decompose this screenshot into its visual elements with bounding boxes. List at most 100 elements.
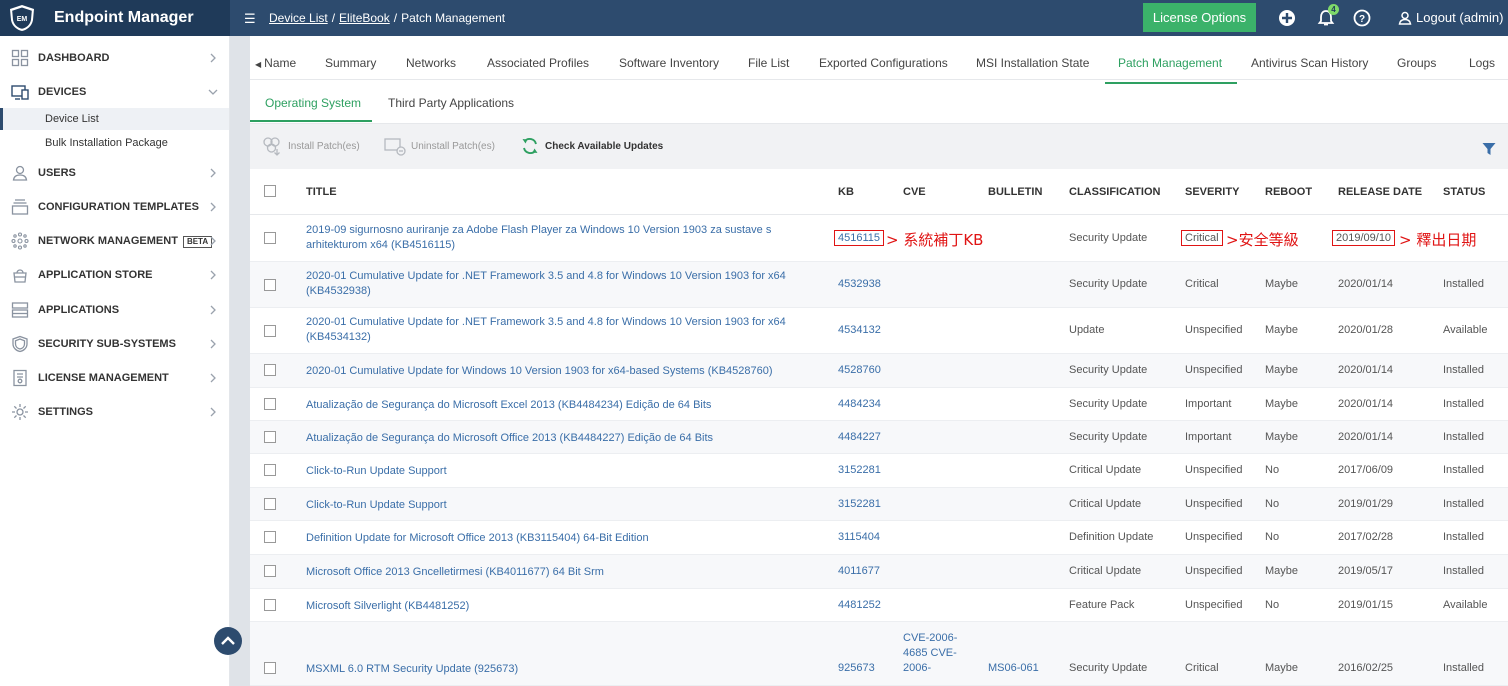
column-header-title[interactable]: TITLE xyxy=(306,186,337,198)
hamburger-menu-icon[interactable]: ☰ xyxy=(244,11,256,27)
patch-title-link[interactable]: Microsoft Office 2013 Gncelletirmesi (KB… xyxy=(306,565,786,580)
table-row[interactable]: MSXML 6.0 RTM Security Update (925673) 9… xyxy=(250,622,1508,686)
kb-link[interactable]: 4534132 xyxy=(838,324,881,336)
bulletin-link[interactable]: MS06-061 xyxy=(988,662,1039,674)
tab-software-inventory[interactable]: Software Inventory xyxy=(619,56,719,70)
kb-link[interactable]: 3152281 xyxy=(838,498,881,510)
select-all-checkbox[interactable] xyxy=(264,185,276,197)
row-checkbox[interactable] xyxy=(264,398,276,410)
kb-link[interactable]: 4011677 xyxy=(838,565,880,577)
subtab-operating-system[interactable]: Operating System xyxy=(265,96,361,110)
sidebar-item-configuration-templates[interactable]: CONFIGURATION TEMPLATES xyxy=(0,193,230,221)
column-header-classification[interactable]: CLASSIFICATION xyxy=(1069,186,1160,198)
patch-title-link[interactable]: 2019-09 sigurnosno auriranje za Adobe Fl… xyxy=(306,223,786,253)
tab-antivirus-scan-history[interactable]: Antivirus Scan History xyxy=(1251,56,1368,70)
scroll-to-top-button[interactable] xyxy=(214,627,242,655)
row-checkbox[interactable] xyxy=(264,431,276,443)
breadcrumb-device[interactable]: EliteBook xyxy=(339,11,390,25)
sidebar-item-dashboard[interactable]: DASHBOARD xyxy=(0,44,230,72)
table-row[interactable]: Click-to-Run Update Support 3152281 Crit… xyxy=(250,454,1508,488)
sidebar-item-settings[interactable]: SETTINGS xyxy=(0,398,230,426)
uninstall-patches-button[interactable]: Uninstall Patch(es) xyxy=(384,136,495,157)
scroll-left-icon[interactable]: ◀ xyxy=(255,60,261,69)
row-checkbox[interactable] xyxy=(264,498,276,510)
kb-link[interactable]: 4528760 xyxy=(838,364,881,376)
column-header-reboot[interactable]: REBOOT xyxy=(1265,186,1312,198)
table-row[interactable]: Atualização de Segurança do Microsoft Of… xyxy=(250,421,1508,454)
patch-title-link[interactable]: Atualização de Segurança do Microsoft Ex… xyxy=(306,398,786,413)
tab-file-list[interactable]: File List xyxy=(748,56,789,70)
license-options-button[interactable]: License Options xyxy=(1143,3,1256,32)
patch-title-link[interactable]: Atualização de Segurança do Microsoft Of… xyxy=(306,431,786,446)
row-checkbox[interactable] xyxy=(264,599,276,611)
help-icon[interactable]: ? xyxy=(1352,8,1372,28)
row-checkbox[interactable] xyxy=(264,232,276,244)
row-checkbox[interactable] xyxy=(264,364,276,376)
tab-associated-profiles[interactable]: Associated Profiles xyxy=(487,56,589,70)
sidebar-subitem-device-list[interactable]: Device List xyxy=(0,108,229,130)
table-row[interactable]: 2020-01 Cumulative Update for Windows 10… xyxy=(250,354,1508,388)
filter-icon[interactable] xyxy=(1482,142,1496,156)
table-row[interactable]: Microsoft Office 2013 Gncelletirmesi (KB… xyxy=(250,555,1508,589)
kb-link[interactable]: 925673 xyxy=(838,662,875,674)
tab-name[interactable]: ◀ Name xyxy=(255,56,296,70)
row-checkbox[interactable] xyxy=(264,464,276,476)
tab-networks[interactable]: Networks xyxy=(406,56,456,70)
patch-title-link[interactable]: Click-to-Run Update Support xyxy=(306,464,786,479)
sidebar-item-devices[interactable]: DEVICES xyxy=(0,78,230,106)
kb-link[interactable]: 4481252 xyxy=(838,599,881,611)
table-row[interactable]: Definition Update for Microsoft Office 2… xyxy=(250,521,1508,555)
patch-title-link[interactable]: 2020-01 Cumulative Update for .NET Frame… xyxy=(306,315,786,345)
table-row[interactable]: Microsoft Silverlight (KB4481252) 448125… xyxy=(250,589,1508,622)
tab-msi-installation-state[interactable]: MSI Installation State xyxy=(976,56,1089,70)
patch-title-link[interactable]: Click-to-Run Update Support xyxy=(306,498,786,513)
tab-logs[interactable]: Logs xyxy=(1469,56,1495,70)
tab-patch-management[interactable]: Patch Management xyxy=(1118,56,1222,70)
table-row[interactable]: 2020-01 Cumulative Update for .NET Frame… xyxy=(250,308,1508,354)
column-header-status[interactable]: STATUS xyxy=(1443,186,1485,198)
column-header-kb[interactable]: KB xyxy=(838,186,854,198)
row-checkbox[interactable] xyxy=(264,279,276,291)
row-checkbox[interactable] xyxy=(264,531,276,543)
table-row[interactable]: 2020-01 Cumulative Update for .NET Frame… xyxy=(250,262,1508,308)
add-circle-icon[interactable] xyxy=(1277,8,1297,28)
table-row[interactable]: 2019-09 sigurnosno auriranje za Adobe Fl… xyxy=(250,215,1508,262)
breadcrumb-device-list[interactable]: Device List xyxy=(269,11,328,25)
subtab-third-party-applications[interactable]: Third Party Applications xyxy=(388,96,514,110)
kb-link[interactable]: 4484234 xyxy=(838,398,881,410)
table-row[interactable]: Atualização de Segurança do Microsoft Ex… xyxy=(250,388,1508,421)
cve-link[interactable]: CVE-2006-4685 CVE-2006- xyxy=(903,631,963,676)
patch-title-link[interactable]: MSXML 6.0 RTM Security Update (925673) xyxy=(306,662,786,677)
kb-link[interactable]: 4532938 xyxy=(838,278,881,290)
kb-link[interactable]: 3115404 xyxy=(838,531,880,543)
kb-link[interactable]: 3152281 xyxy=(838,464,881,476)
column-header-bulletin[interactable]: BULLETIN xyxy=(988,186,1042,198)
patch-title-link[interactable]: 2020-01 Cumulative Update for Windows 10… xyxy=(306,364,906,379)
column-header-severity[interactable]: SEVERITY xyxy=(1185,186,1239,198)
sidebar-item-users[interactable]: USERS xyxy=(0,159,230,187)
check-updates-button[interactable]: Check Available Updates xyxy=(520,136,663,156)
column-header-release-date[interactable]: RELEASE DATE xyxy=(1338,186,1422,198)
sidebar-item-security-sub-systems[interactable]: SECURITY SUB-SYSTEMS xyxy=(0,330,230,358)
row-checkbox[interactable] xyxy=(264,325,276,337)
patch-title-link[interactable]: Microsoft Silverlight (KB4481252) xyxy=(306,599,786,614)
tab-summary[interactable]: Summary xyxy=(325,56,376,70)
kb-link[interactable]: 4484227 xyxy=(838,431,881,443)
tab-groups[interactable]: Groups xyxy=(1397,56,1436,70)
release-date-cell: 2016/02/25 xyxy=(1338,662,1394,674)
patch-title-link[interactable]: Definition Update for Microsoft Office 2… xyxy=(306,531,786,546)
row-checkbox[interactable] xyxy=(264,565,276,577)
sidebar-item-application-store[interactable]: APPLICATION STORE xyxy=(0,261,230,289)
sidebar-item-network-management[interactable]: NETWORK MANAGEMENT BETA xyxy=(0,227,230,255)
sidebar-item-license-management[interactable]: LICENSE MANAGEMENT xyxy=(0,364,230,392)
sidebar-item-applications[interactable]: APPLICATIONS xyxy=(0,296,230,324)
tab-exported-configurations[interactable]: Exported Configurations xyxy=(819,56,948,70)
install-patches-button[interactable]: Install Patch(es) xyxy=(262,136,360,157)
row-checkbox[interactable] xyxy=(264,662,276,674)
column-header-cve[interactable]: CVE xyxy=(903,186,926,198)
logout-button[interactable]: Logout (admin) xyxy=(1398,10,1503,25)
kb-link[interactable]: 4516115 xyxy=(834,230,885,246)
patch-title-link[interactable]: 2020-01 Cumulative Update for .NET Frame… xyxy=(306,269,786,299)
table-row[interactable]: Click-to-Run Update Support 3152281 Crit… xyxy=(250,488,1508,521)
sidebar-subitem-bulk-installation[interactable]: Bulk Installation Package xyxy=(0,132,229,154)
